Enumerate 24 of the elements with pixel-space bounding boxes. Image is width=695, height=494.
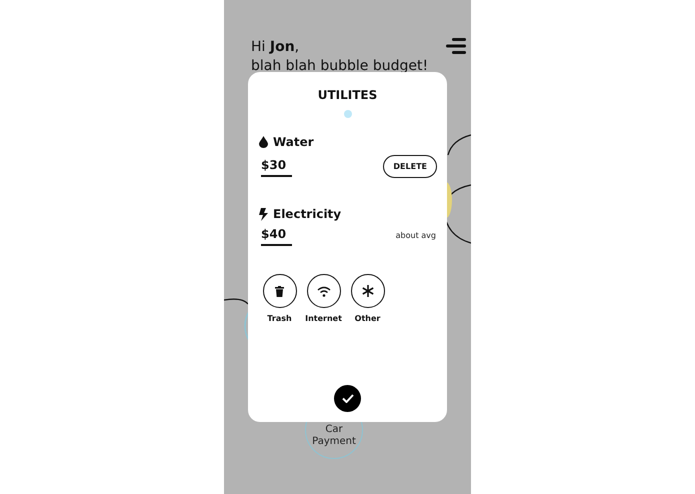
- utility-name: Water: [273, 135, 314, 149]
- menu-icon[interactable]: [446, 38, 466, 54]
- water-drop-icon: [259, 136, 268, 148]
- checkmark-icon: [342, 394, 354, 403]
- category-button[interactable]: [262, 274, 296, 308]
- category-label: Internet: [305, 314, 342, 323]
- amount-field[interactable]: $30: [261, 156, 292, 177]
- confirm-button[interactable]: [334, 385, 361, 412]
- lightning-icon: [259, 208, 268, 220]
- modal-title: UTILITES: [316, 88, 378, 102]
- average-note: about avg: [396, 231, 436, 240]
- trash-icon: [275, 286, 284, 296]
- amount-field[interactable]: $40: [261, 225, 292, 246]
- asterisk-icon: [362, 285, 374, 297]
- wifi-icon: [316, 286, 330, 296]
- category-label: Other: [354, 314, 380, 323]
- page-indicator-dot: [344, 110, 352, 118]
- delete-button[interactable]: DELETE: [383, 155, 437, 178]
- category-button[interactable]: [306, 274, 340, 308]
- greeting-subtitle: blah blah bubble budget!: [251, 57, 428, 76]
- category-label: Trash: [267, 314, 292, 323]
- category-button[interactable]: [350, 274, 384, 308]
- utility-name: Electricity: [273, 207, 342, 221]
- greeting-text: Hi Jon,: [251, 38, 300, 57]
